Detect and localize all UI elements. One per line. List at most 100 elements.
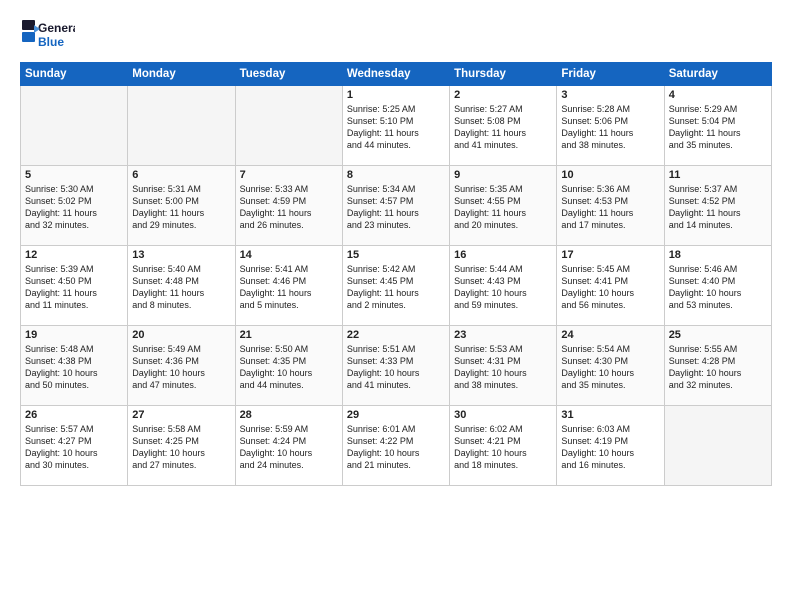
logo: General Blue	[20, 16, 75, 52]
cell-info: Sunrise: 5:53 AM Sunset: 4:31 PM Dayligh…	[454, 343, 552, 392]
calendar-cell: 16 Sunrise: 5:44 AM Sunset: 4:43 PM Dayli…	[450, 246, 557, 326]
day-number: 29	[347, 409, 445, 421]
day-number: 23	[454, 329, 552, 341]
cell-info: Sunrise: 5:42 AM Sunset: 4:45 PM Dayligh…	[347, 263, 445, 312]
cell-info: Sunrise: 5:40 AM Sunset: 4:48 PM Dayligh…	[132, 263, 230, 312]
calendar-cell: 8 Sunrise: 5:34 AM Sunset: 4:57 PM Daylig…	[342, 166, 449, 246]
day-number: 28	[240, 409, 338, 421]
day-number: 13	[132, 249, 230, 261]
day-number: 7	[240, 169, 338, 181]
cell-info: Sunrise: 5:34 AM Sunset: 4:57 PM Dayligh…	[347, 183, 445, 232]
calendar-cell: 3 Sunrise: 5:28 AM Sunset: 5:06 PM Daylig…	[557, 86, 664, 166]
day-number: 6	[132, 169, 230, 181]
calendar-cell	[21, 86, 128, 166]
cell-info: Sunrise: 5:46 AM Sunset: 4:40 PM Dayligh…	[669, 263, 767, 312]
week-row-2: 12 Sunrise: 5:39 AM Sunset: 4:50 PM Dayli…	[21, 246, 772, 326]
calendar-cell: 5 Sunrise: 5:30 AM Sunset: 5:02 PM Daylig…	[21, 166, 128, 246]
calendar-cell: 4Sunrise: 5:29 AM Sunset: 5:04 PM Daylig…	[664, 86, 771, 166]
header-friday: Friday	[557, 63, 664, 86]
cell-info: Sunrise: 5:44 AM Sunset: 4:43 PM Dayligh…	[454, 263, 552, 312]
cell-info: Sunrise: 5:41 AM Sunset: 4:46 PM Dayligh…	[240, 263, 338, 312]
calendar-cell: 10 Sunrise: 5:36 AM Sunset: 4:53 PM Dayli…	[557, 166, 664, 246]
header-thursday: Thursday	[450, 63, 557, 86]
day-number: 22	[347, 329, 445, 341]
calendar-header-row: SundayMondayTuesdayWednesdayThursdayFrid…	[21, 63, 772, 86]
cell-info: Sunrise: 5:58 AM Sunset: 4:25 PM Dayligh…	[132, 423, 230, 472]
calendar-cell: 1Sunrise: 5:25 AM Sunset: 5:10 PM Daylig…	[342, 86, 449, 166]
day-number: 20	[132, 329, 230, 341]
cell-info: Sunrise: 5:49 AM Sunset: 4:36 PM Dayligh…	[132, 343, 230, 392]
cell-info: Sunrise: 5:45 AM Sunset: 4:41 PM Dayligh…	[561, 263, 659, 312]
calendar-cell: 22Sunrise: 5:51 AM Sunset: 4:33 PM Dayli…	[342, 326, 449, 406]
cell-info: Sunrise: 5:25 AM Sunset: 5:10 PM Dayligh…	[347, 103, 445, 152]
day-number: 10	[561, 169, 659, 181]
calendar-cell	[235, 86, 342, 166]
cell-info: Sunrise: 6:02 AM Sunset: 4:21 PM Dayligh…	[454, 423, 552, 472]
calendar-cell: 15 Sunrise: 5:42 AM Sunset: 4:45 PM Dayli…	[342, 246, 449, 326]
day-number: 17	[561, 249, 659, 261]
calendar-cell: 12 Sunrise: 5:39 AM Sunset: 4:50 PM Dayli…	[21, 246, 128, 326]
cell-info: Sunrise: 5:31 AM Sunset: 5:00 PM Dayligh…	[132, 183, 230, 232]
day-number: 24	[561, 329, 659, 341]
day-number: 21	[240, 329, 338, 341]
cell-info: Sunrise: 5:27 AM Sunset: 5:08 PM Dayligh…	[454, 103, 552, 152]
day-number: 5	[25, 169, 123, 181]
cell-info: Sunrise: 5:55 AM Sunset: 4:28 PM Dayligh…	[669, 343, 767, 392]
calendar-cell: 29 Sunrise: 6:01 AM Sunset: 4:22 PM Dayli…	[342, 406, 449, 486]
calendar-cell: 24 Sunrise: 5:54 AM Sunset: 4:30 PM Dayli…	[557, 326, 664, 406]
cell-info: Sunrise: 6:01 AM Sunset: 4:22 PM Dayligh…	[347, 423, 445, 472]
svg-text:Blue: Blue	[38, 35, 64, 49]
header-saturday: Saturday	[664, 63, 771, 86]
cell-info: Sunrise: 5:57 AM Sunset: 4:27 PM Dayligh…	[25, 423, 123, 472]
calendar-cell: 17 Sunrise: 5:45 AM Sunset: 4:41 PM Dayli…	[557, 246, 664, 326]
calendar-cell: 21 Sunrise: 5:50 AM Sunset: 4:35 PM Dayli…	[235, 326, 342, 406]
logo-svg: General Blue	[20, 16, 75, 52]
week-row-3: 19 Sunrise: 5:48 AM Sunset: 4:38 PM Dayli…	[21, 326, 772, 406]
day-number: 26	[25, 409, 123, 421]
calendar-cell: 9 Sunrise: 5:35 AM Sunset: 4:55 PM Daylig…	[450, 166, 557, 246]
day-number: 30	[454, 409, 552, 421]
day-number: 2	[454, 89, 552, 101]
cell-info: Sunrise: 5:48 AM Sunset: 4:38 PM Dayligh…	[25, 343, 123, 392]
week-row-0: 1Sunrise: 5:25 AM Sunset: 5:10 PM Daylig…	[21, 86, 772, 166]
page: General Blue SundayMondayTuesdayWednesda…	[0, 0, 792, 612]
day-number: 3	[561, 89, 659, 101]
week-row-4: 26 Sunrise: 5:57 AM Sunset: 4:27 PM Dayli…	[21, 406, 772, 486]
calendar-cell: 23 Sunrise: 5:53 AM Sunset: 4:31 PM Dayli…	[450, 326, 557, 406]
day-number: 19	[25, 329, 123, 341]
calendar-cell: 7 Sunrise: 5:33 AM Sunset: 4:59 PM Daylig…	[235, 166, 342, 246]
calendar-cell: 18Sunrise: 5:46 AM Sunset: 4:40 PM Dayli…	[664, 246, 771, 326]
cell-info: Sunrise: 5:36 AM Sunset: 4:53 PM Dayligh…	[561, 183, 659, 232]
cell-info: Sunrise: 5:30 AM Sunset: 5:02 PM Dayligh…	[25, 183, 123, 232]
svg-text:General: General	[38, 21, 75, 35]
week-row-1: 5 Sunrise: 5:30 AM Sunset: 5:02 PM Daylig…	[21, 166, 772, 246]
calendar: SundayMondayTuesdayWednesdayThursdayFrid…	[20, 62, 772, 486]
day-number: 8	[347, 169, 445, 181]
day-number: 14	[240, 249, 338, 261]
cell-info: Sunrise: 5:54 AM Sunset: 4:30 PM Dayligh…	[561, 343, 659, 392]
day-number: 12	[25, 249, 123, 261]
calendar-cell: 19 Sunrise: 5:48 AM Sunset: 4:38 PM Dayli…	[21, 326, 128, 406]
header-tuesday: Tuesday	[235, 63, 342, 86]
cell-info: Sunrise: 5:39 AM Sunset: 4:50 PM Dayligh…	[25, 263, 123, 312]
day-number: 16	[454, 249, 552, 261]
calendar-cell: 27 Sunrise: 5:58 AM Sunset: 4:25 PM Dayli…	[128, 406, 235, 486]
calendar-cell: 6 Sunrise: 5:31 AM Sunset: 5:00 PM Daylig…	[128, 166, 235, 246]
header-monday: Monday	[128, 63, 235, 86]
calendar-cell	[128, 86, 235, 166]
calendar-cell: 20 Sunrise: 5:49 AM Sunset: 4:36 PM Dayli…	[128, 326, 235, 406]
cell-info: Sunrise: 5:50 AM Sunset: 4:35 PM Dayligh…	[240, 343, 338, 392]
day-number: 31	[561, 409, 659, 421]
cell-info: Sunrise: 6:03 AM Sunset: 4:19 PM Dayligh…	[561, 423, 659, 472]
day-number: 4	[669, 89, 767, 101]
cell-info: Sunrise: 5:28 AM Sunset: 5:06 PM Dayligh…	[561, 103, 659, 152]
cell-info: Sunrise: 5:33 AM Sunset: 4:59 PM Dayligh…	[240, 183, 338, 232]
calendar-cell	[664, 406, 771, 486]
calendar-cell: 11Sunrise: 5:37 AM Sunset: 4:52 PM Dayli…	[664, 166, 771, 246]
day-number: 25	[669, 329, 767, 341]
day-number: 9	[454, 169, 552, 181]
day-number: 15	[347, 249, 445, 261]
day-number: 27	[132, 409, 230, 421]
cell-info: Sunrise: 5:35 AM Sunset: 4:55 PM Dayligh…	[454, 183, 552, 232]
calendar-cell: 28Sunrise: 5:59 AM Sunset: 4:24 PM Dayli…	[235, 406, 342, 486]
